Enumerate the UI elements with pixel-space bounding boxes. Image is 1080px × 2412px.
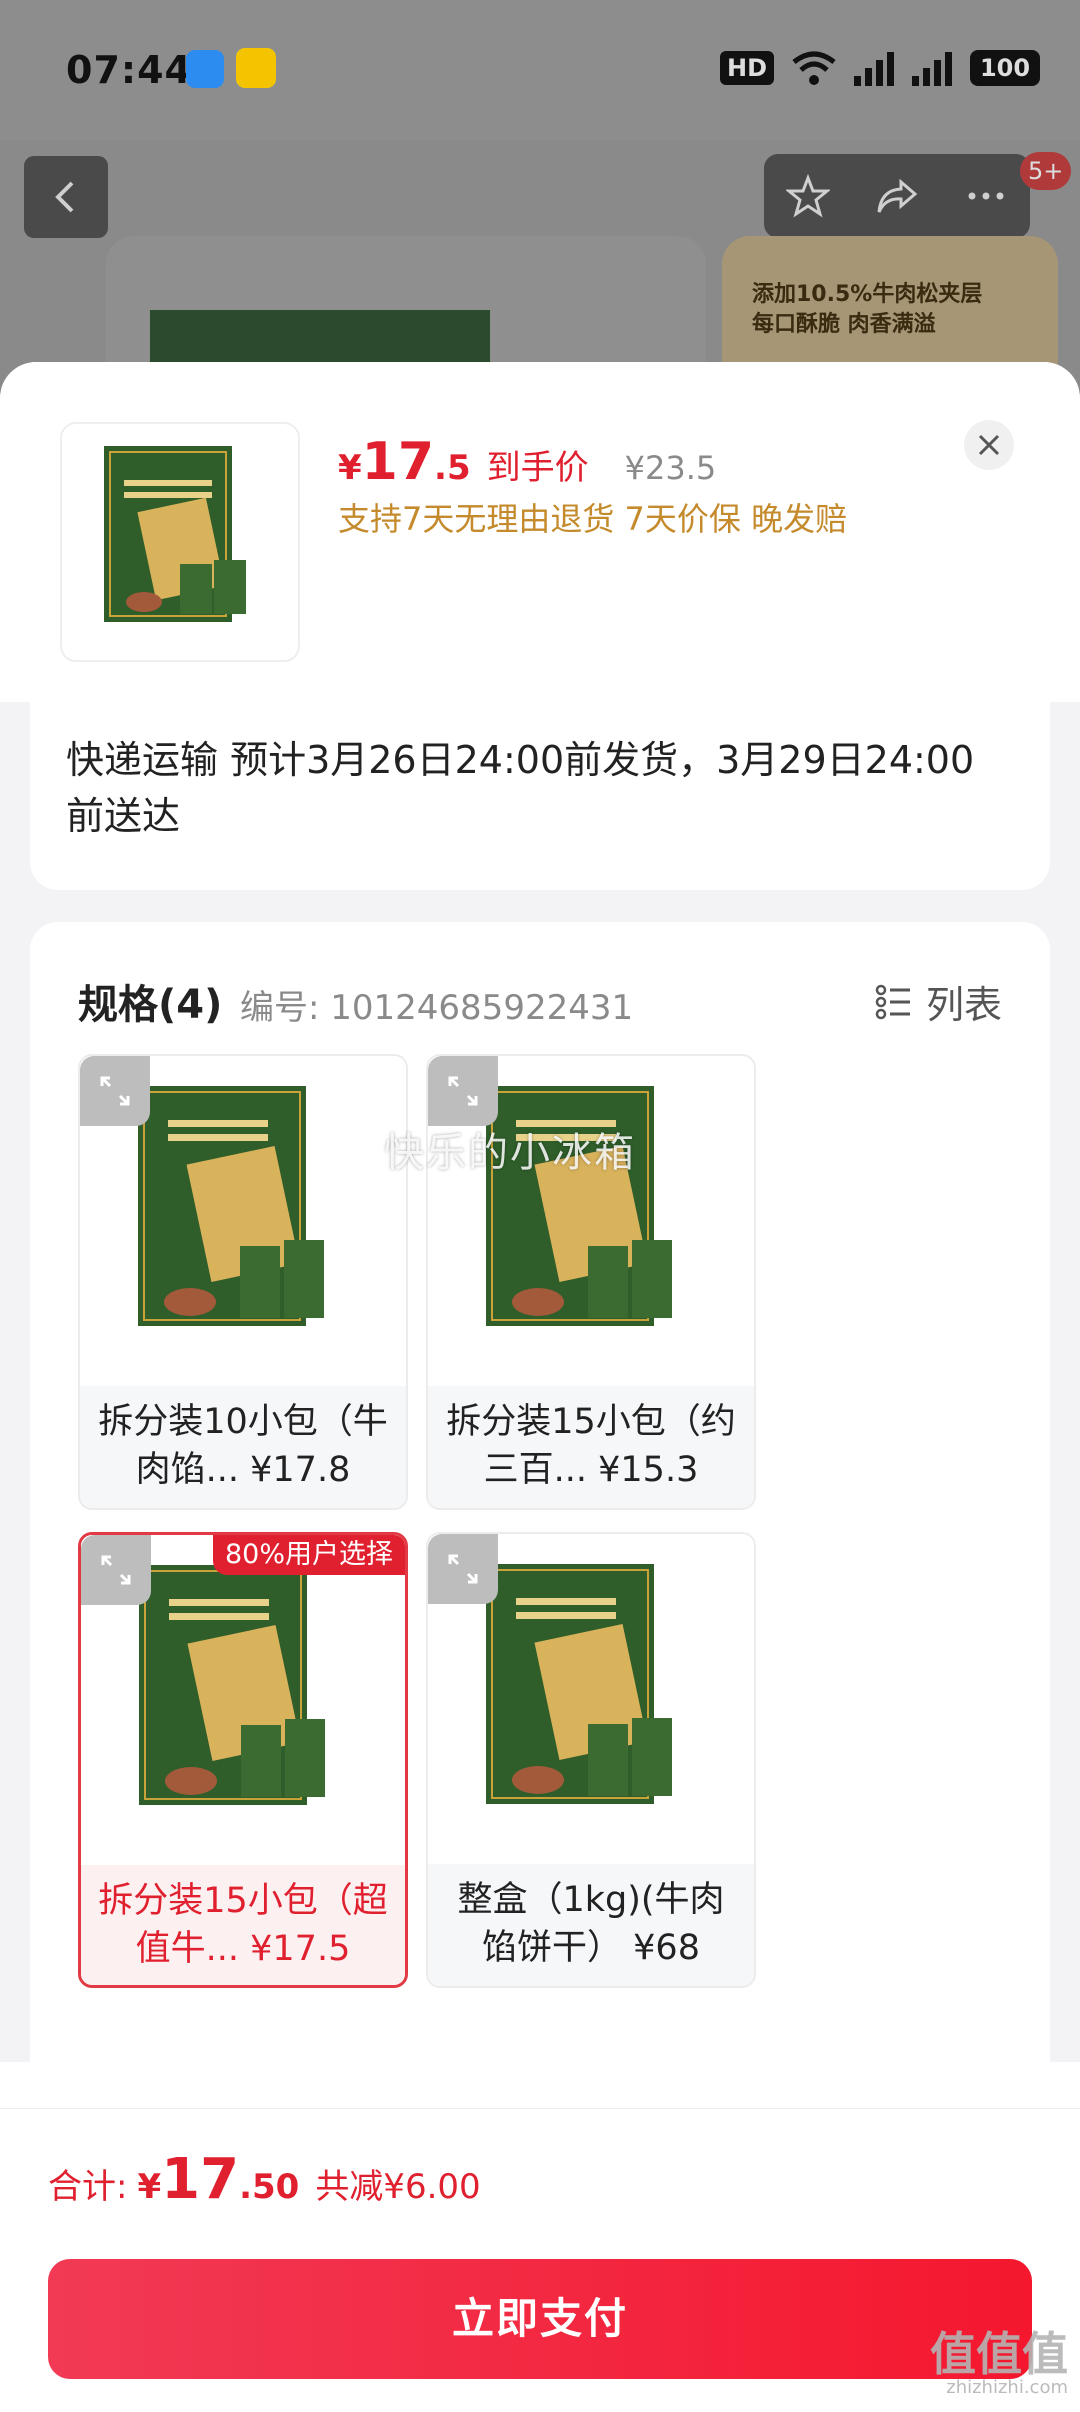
product-package-image [104, 446, 246, 622]
site-watermark-domain: zhizhizhi.com [946, 2377, 1068, 2398]
status-indicators: HD 100 [719, 50, 1040, 86]
expand-icon[interactable] [428, 1534, 498, 1604]
shipping-card: 快递运输 预计3月26日24:00前发货，3月29日24:00前送达 [30, 702, 1050, 890]
checkout-footer: 合计: ¥ 17 .50 共减¥6.00 立即支付 [0, 2108, 1080, 2412]
chevron-left-icon [55, 181, 74, 213]
site-watermark: 值值值 zhizhizhi.com [930, 2330, 1068, 2398]
original-price: ¥23.5 [624, 449, 717, 487]
close-icon [978, 434, 1000, 456]
total-label: 合计: [48, 2167, 128, 2207]
close-button[interactable] [964, 420, 1014, 470]
signal-5g-icon-2 [912, 50, 952, 86]
pay-now-button[interactable]: 立即支付 [48, 2259, 1032, 2379]
spec-title: 规格(4) [78, 982, 223, 1028]
signal-5g-icon [854, 50, 894, 86]
spec-option[interactable]: 拆分装10小包（牛肉馅... ¥17.8 [78, 1054, 408, 1510]
user-watermark: 快乐的小冰箱 [384, 1130, 636, 1176]
app-notification-icon-2 [236, 48, 276, 88]
sheet-header: ¥ 17 .5 到手价 ¥23.5 支持7天无理由退货 7天价保 晚发赔 [0, 362, 1080, 702]
hd-icon: HD [719, 51, 774, 85]
final-price-label: 到手价 [486, 448, 589, 488]
background-promo-text: 添加10.5%牛肉松夹层 每口酥脆 肉香满溢 [752, 282, 983, 337]
discount-amount: 共减¥6.00 [315, 2167, 481, 2207]
list-toggle-label: 列表 [925, 983, 1002, 1027]
more-icon[interactable] [964, 174, 1008, 218]
price-row: ¥ 17 .5 到手价 ¥23.5 [338, 432, 716, 492]
clock: 07:44 [66, 48, 192, 92]
expand-icon[interactable] [80, 1056, 150, 1126]
total-integer: 17 [161, 2147, 240, 2212]
spec-option-label: 拆分装10小包（牛肉馅... ¥17.8 [80, 1386, 406, 1508]
product-thumbnail[interactable] [60, 422, 300, 662]
price-currency: ¥ [338, 448, 362, 488]
app-notification-icon [186, 50, 224, 88]
sku-selector-sheet: ¥ 17 .5 到手价 ¥23.5 支持7天无理由退货 7天价保 晚发赔 快递运… [0, 362, 1080, 2412]
star-icon[interactable] [786, 174, 831, 218]
list-icon [875, 984, 910, 1019]
spec-option-label: 整盒（1kg)(牛肉馅饼干） ¥68 [428, 1864, 754, 1986]
share-icon[interactable] [875, 174, 919, 218]
notification-badge: 5+ [1020, 152, 1072, 190]
expand-icon[interactable] [428, 1056, 498, 1126]
total-currency: ¥ [137, 2167, 162, 2207]
site-watermark-logo: 值值值 [930, 2327, 1068, 2381]
back-button[interactable] [24, 156, 108, 238]
expand-icon[interactable] [81, 1535, 151, 1605]
spec-option[interactable]: 整盒（1kg)(牛肉馅饼干） ¥68 [426, 1532, 756, 1988]
price-decimal: .5 [434, 448, 471, 488]
status-bar: 07:44 HD 100 [0, 0, 1080, 140]
total-decimal: .50 [239, 2167, 300, 2207]
spec-card: 规格(4) 编号: 10124685922431 列表 拆分装10小包（牛肉馅.… [30, 922, 1050, 2122]
top-action-bar [764, 154, 1030, 238]
wifi-icon [792, 51, 836, 85]
spec-option-selected[interactable]: 80%用户选择 拆分装15小包（超值牛... ¥17.5 [78, 1532, 408, 1988]
battery-icon: 100 [970, 50, 1040, 86]
shipping-estimate: 快递运输 预计3月26日24:00前发货，3月29日24:00前送达 [66, 738, 975, 838]
total-row: 合计: ¥ 17 .50 共减¥6.00 [48, 2147, 481, 2212]
product-code: 编号: 10124685922431 [240, 988, 634, 1028]
list-view-toggle[interactable]: 列表 [874, 974, 1002, 1029]
spec-option-label: 拆分装15小包（超值牛... ¥17.5 [81, 1865, 405, 1985]
price-integer: 17 [361, 432, 435, 492]
spec-option-label: 拆分装15小包（约三百... ¥15.3 [428, 1386, 754, 1508]
popular-choice-badge: 80%用户选择 [212, 1535, 405, 1575]
service-promises: 支持7天无理由退货 7天价保 晚发赔 [338, 500, 848, 538]
